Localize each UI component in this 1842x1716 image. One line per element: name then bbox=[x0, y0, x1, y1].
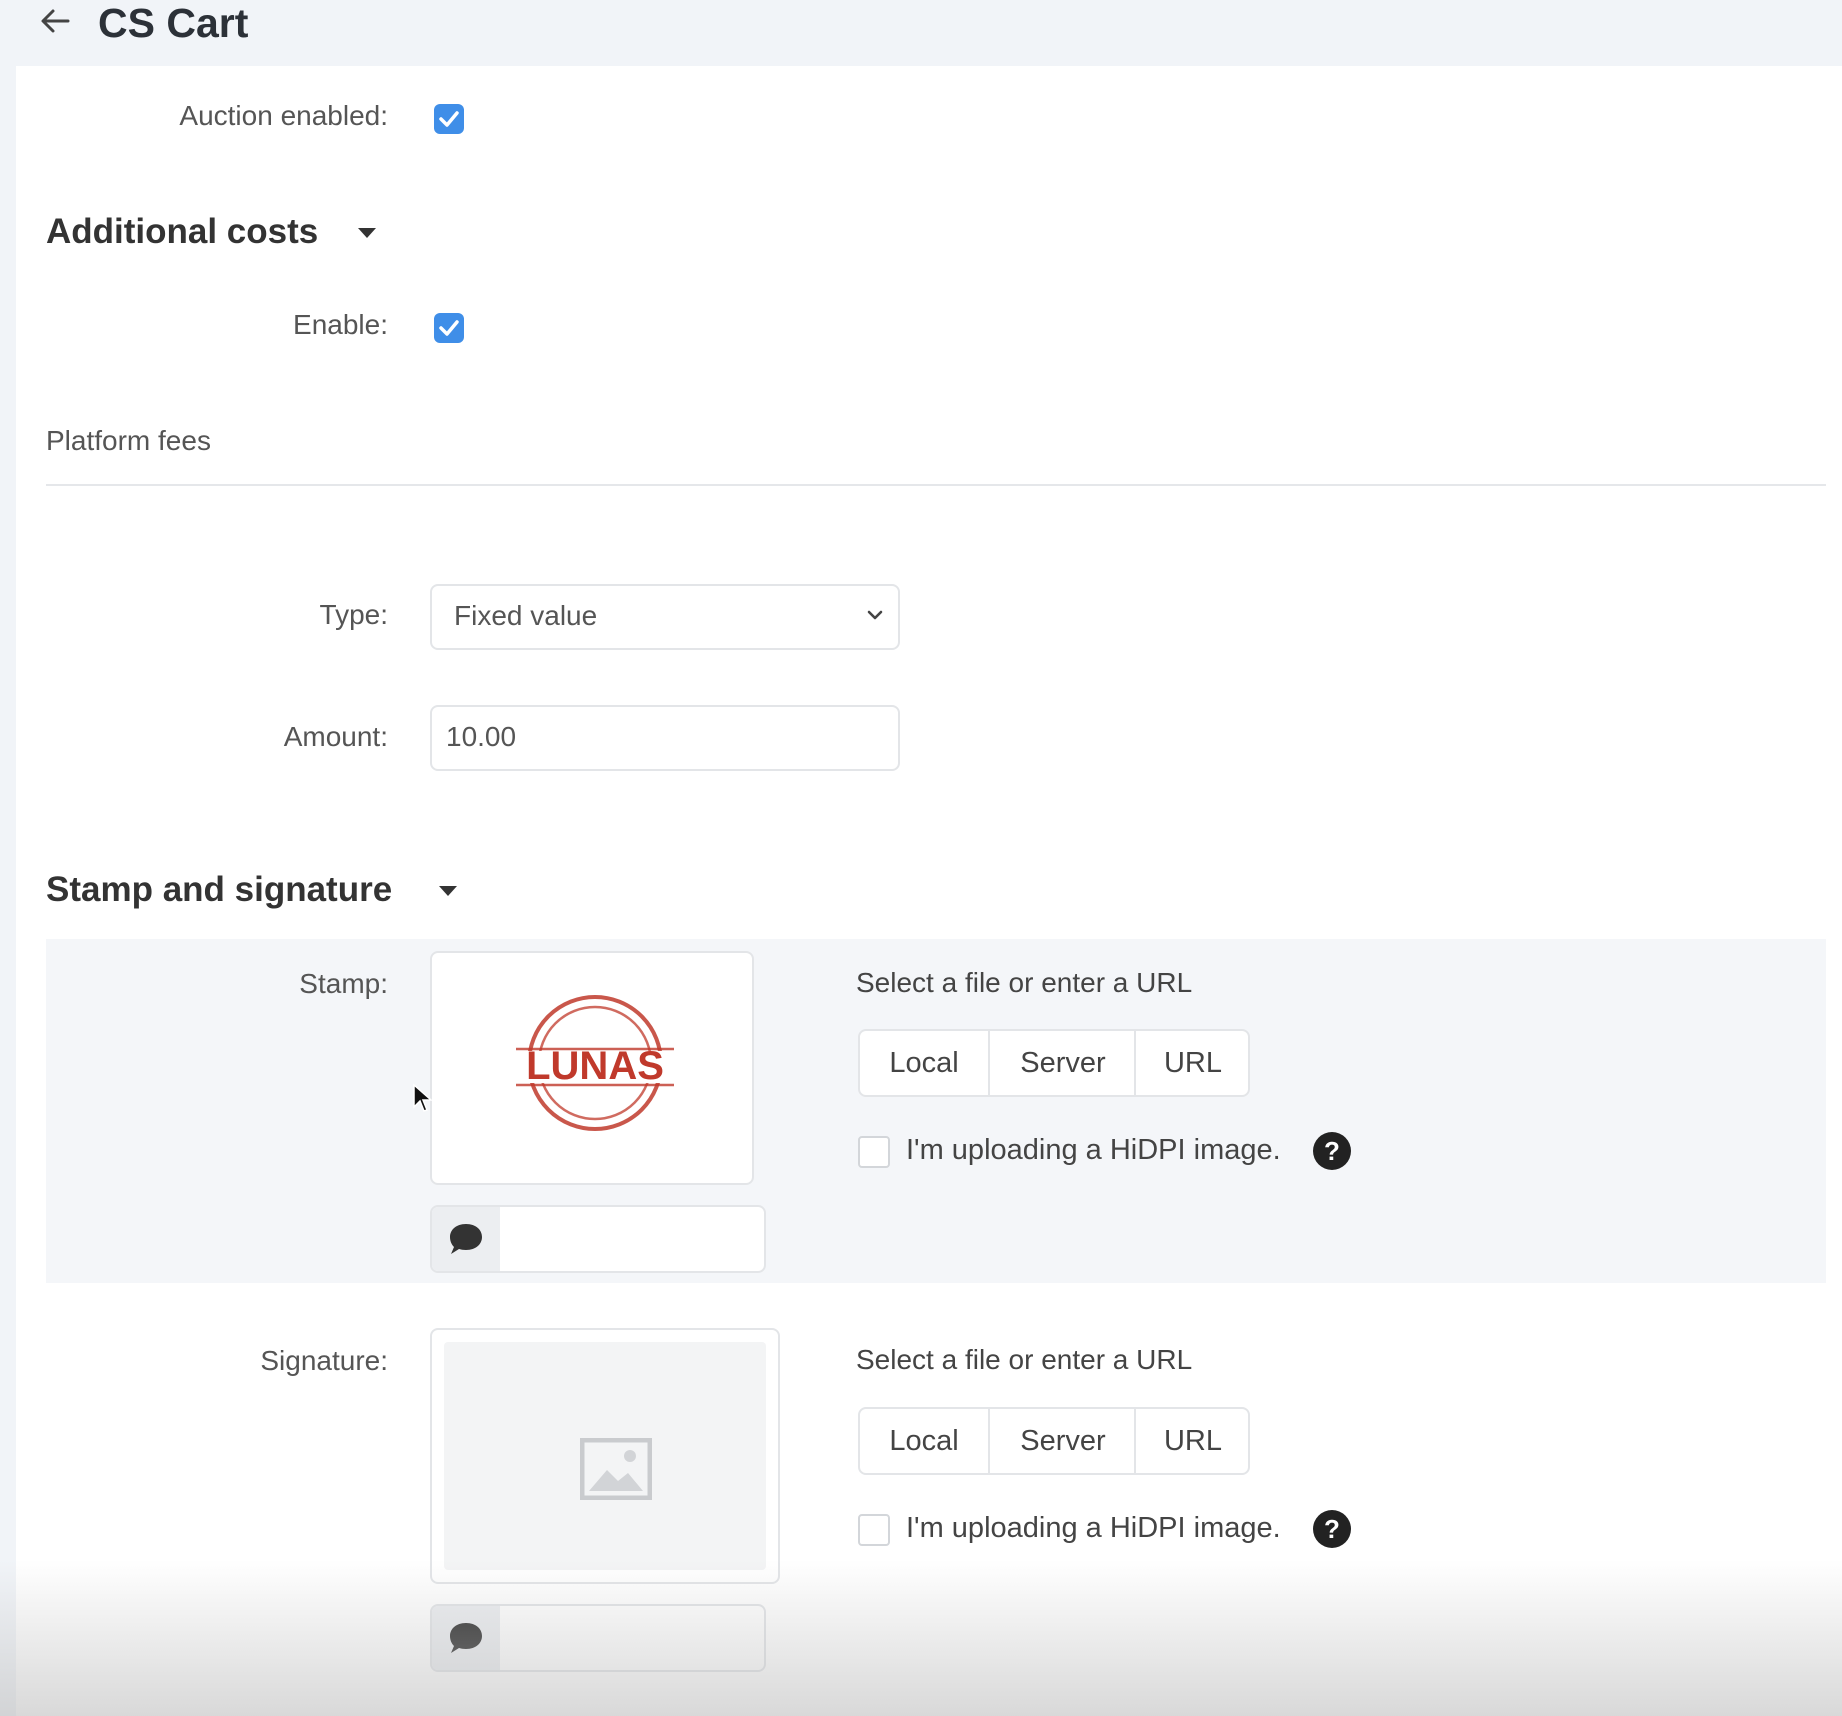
stamp-signature-title: Stamp and signature bbox=[46, 870, 393, 909]
stamp-image-text: LUNAS bbox=[526, 1044, 664, 1088]
arrow-left-icon[interactable] bbox=[38, 4, 72, 38]
auction-enabled-checkbox[interactable] bbox=[434, 104, 464, 134]
caret-down-icon[interactable] bbox=[439, 886, 457, 896]
enable-checkbox[interactable] bbox=[434, 313, 464, 343]
stamp-url-button[interactable]: URL bbox=[1134, 1031, 1250, 1095]
checkmark-icon bbox=[439, 111, 459, 127]
stamp-local-button[interactable]: Local bbox=[860, 1031, 988, 1095]
signature-placeholder bbox=[444, 1342, 766, 1570]
signature-alt-text-group bbox=[430, 1604, 766, 1672]
stamp-alt-text-input[interactable] bbox=[500, 1207, 764, 1271]
mouse-cursor-icon bbox=[413, 1083, 433, 1112]
signature-url-button[interactable]: URL bbox=[1134, 1409, 1250, 1473]
signature-server-button[interactable]: Server bbox=[988, 1409, 1136, 1473]
checkmark-icon bbox=[439, 320, 459, 336]
caret-down-icon[interactable] bbox=[358, 228, 376, 238]
top-bar: CS Cart bbox=[0, 0, 1842, 66]
stamp-alt-text-group bbox=[430, 1205, 766, 1273]
divider bbox=[46, 484, 1826, 486]
stamp-hidpi-checkbox[interactable] bbox=[858, 1136, 890, 1168]
comment-icon-addon[interactable] bbox=[432, 1606, 500, 1670]
amount-label: Amount: bbox=[283, 721, 388, 752]
stamp-label: Stamp: bbox=[299, 968, 388, 999]
stamp-preview[interactable]: LUNAS bbox=[430, 951, 754, 1185]
help-icon[interactable]: ? bbox=[1313, 1132, 1351, 1170]
signature-hidpi-label: I'm uploading a HiDPI image. bbox=[906, 1512, 1281, 1544]
type-label: Type: bbox=[319, 599, 388, 630]
signature-local-button[interactable]: Local bbox=[860, 1409, 988, 1473]
amount-input[interactable]: 10.00 bbox=[430, 705, 900, 771]
chevron-down-icon bbox=[867, 610, 883, 620]
comment-icon bbox=[450, 1623, 482, 1653]
comment-icon-addon[interactable] bbox=[432, 1207, 500, 1271]
signature-preview[interactable] bbox=[430, 1328, 780, 1584]
stamp-image: LUNAS bbox=[516, 995, 674, 1131]
signature-upload-hint: Select a file or enter a URL bbox=[856, 1344, 1193, 1375]
signature-upload-buttons: Local Server URL bbox=[858, 1407, 1250, 1475]
page-title: CS Cart bbox=[98, 0, 249, 46]
signature-alt-text-input[interactable] bbox=[500, 1606, 764, 1670]
image-placeholder-icon bbox=[580, 1438, 652, 1500]
auction-enabled-label: Auction enabled: bbox=[179, 100, 388, 131]
stamp-server-button[interactable]: Server bbox=[988, 1031, 1136, 1095]
amount-value: 10.00 bbox=[446, 721, 517, 752]
signature-hidpi-checkbox[interactable] bbox=[858, 1514, 890, 1546]
stamp-upload-buttons: Local Server URL bbox=[858, 1029, 1250, 1097]
type-select-value: Fixed value bbox=[454, 600, 598, 631]
platform-fees-subheading: Platform fees bbox=[46, 425, 211, 456]
comment-icon bbox=[450, 1224, 482, 1254]
type-select[interactable]: Fixed value bbox=[430, 584, 900, 650]
stamp-upload-hint: Select a file or enter a URL bbox=[856, 967, 1193, 998]
enable-label: Enable: bbox=[293, 309, 388, 340]
help-icon[interactable]: ? bbox=[1313, 1510, 1351, 1548]
signature-label: Signature: bbox=[260, 1345, 388, 1376]
stamp-hidpi-label: I'm uploading a HiDPI image. bbox=[906, 1134, 1281, 1166]
additional-costs-title: Additional costs bbox=[46, 212, 319, 251]
